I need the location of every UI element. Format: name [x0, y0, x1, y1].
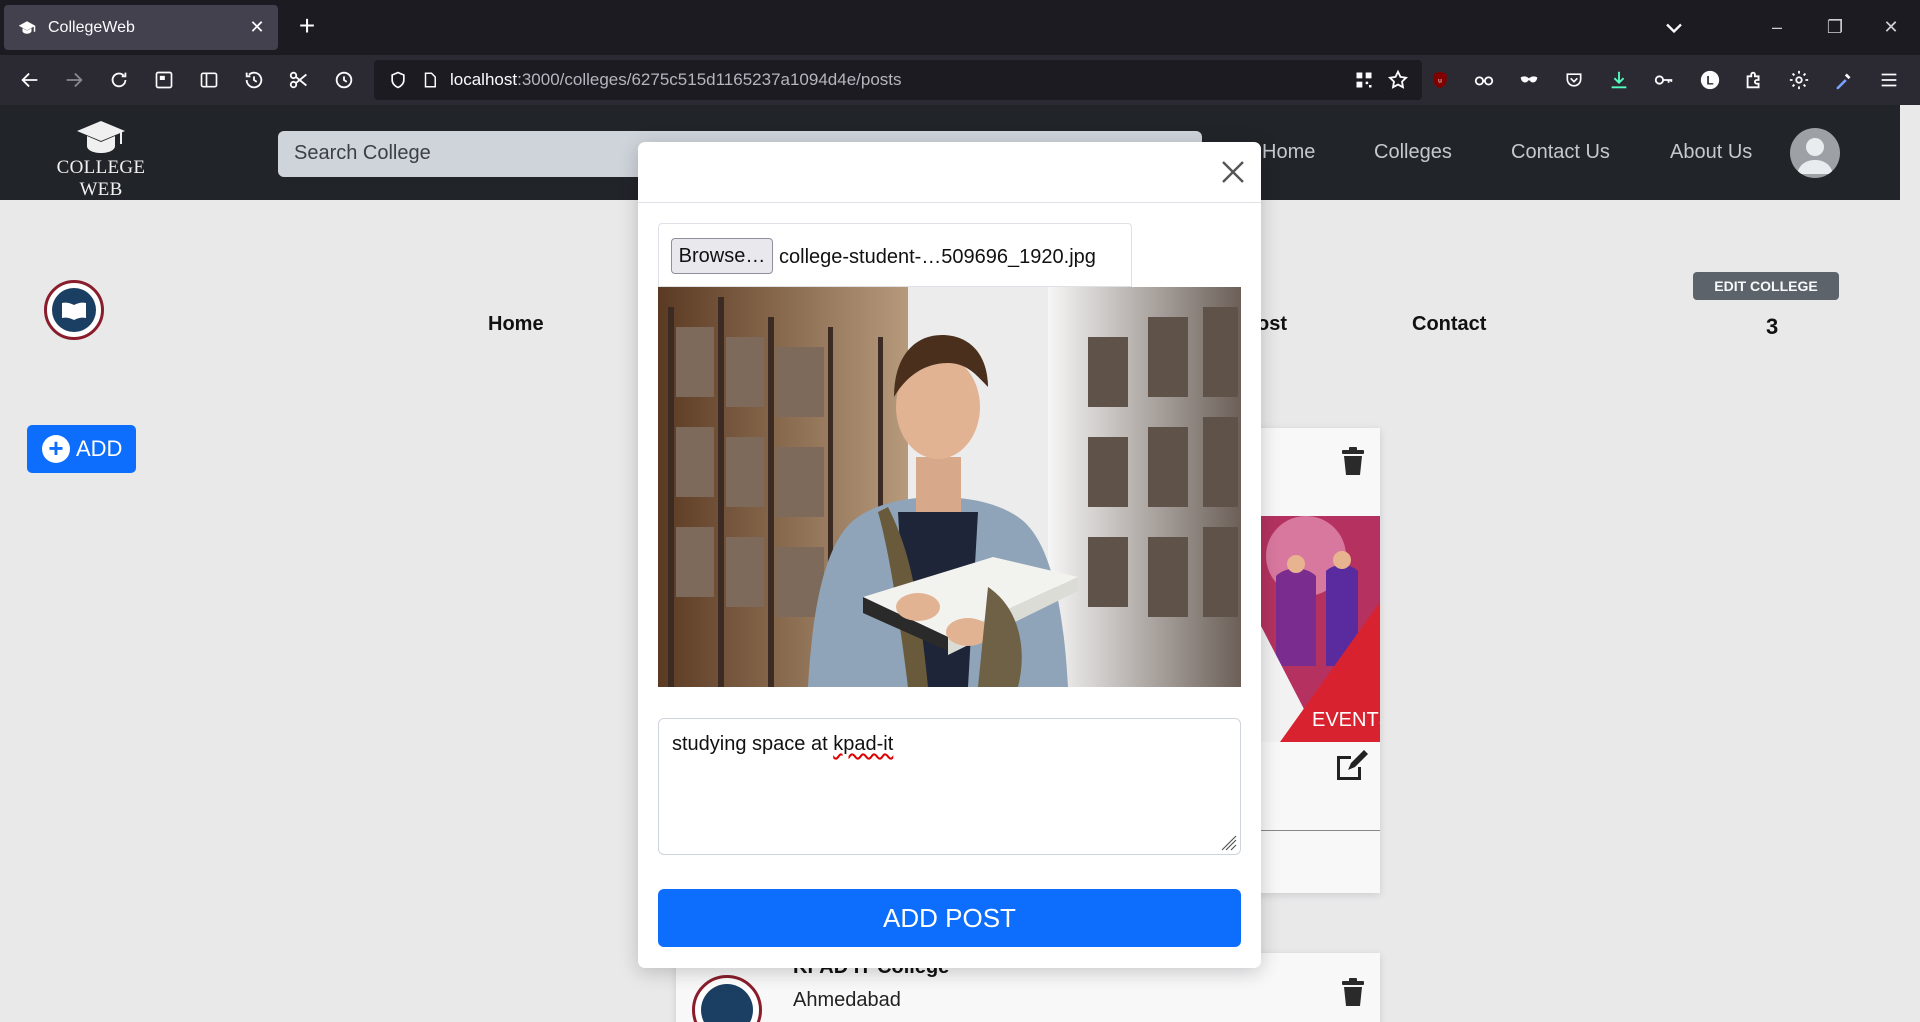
back-arrow-icon[interactable]: [17, 67, 43, 93]
modal-header: [638, 142, 1261, 203]
browser-nav-bar: localhost:3000/colleges/6275c515d1165237…: [0, 55, 1920, 105]
new-tab-plus-icon[interactable]: +: [292, 12, 322, 42]
address-bar[interactable]: localhost:3000/colleges/6275c515d1165237…: [374, 60, 1422, 100]
history-icon[interactable]: [241, 67, 267, 93]
scissors-icon[interactable]: [286, 67, 312, 93]
caption-misspelled-word: kpad-it: [833, 733, 894, 755]
window-close-icon[interactable]: ✕: [1878, 14, 1904, 40]
pocket-icon[interactable]: [1561, 67, 1587, 93]
settings-gear-icon[interactable]: [1786, 67, 1812, 93]
user-avatar[interactable]: [1790, 128, 1840, 178]
browser-tab-bar: CollegeWeb ✕ + – ❐ ✕: [0, 0, 1920, 55]
caption-prefix: studying space at: [672, 733, 834, 755]
nav-link-colleges[interactable]: Colleges: [1374, 141, 1452, 164]
reload-icon[interactable]: [106, 67, 132, 93]
nav-link-contact-us[interactable]: Contact Us: [1511, 141, 1610, 164]
add-post-submit-button[interactable]: ADD POST: [658, 889, 1241, 947]
selected-file-name: college-student-…509696_1920.jpg: [779, 246, 1096, 268]
extensions-puzzle-icon[interactable]: [1741, 67, 1767, 93]
add-post-modal: Browse… college-student-…509696_1920.jpg: [638, 142, 1261, 968]
minimize-icon[interactable]: –: [1764, 14, 1790, 40]
bookmark-star-icon[interactable]: [1386, 68, 1410, 92]
graduation-cap-icon: [77, 121, 125, 153]
shield-icon[interactable]: [386, 68, 410, 92]
url-text: localhost:3000/colleges/6275c515d1165237…: [450, 70, 902, 89]
browser-tab[interactable]: CollegeWeb ✕: [4, 5, 278, 50]
clock-icon[interactable]: [331, 67, 357, 93]
image-preview: [658, 287, 1241, 687]
graduation-cap-icon: [18, 19, 36, 37]
key-icon[interactable]: [1651, 67, 1677, 93]
tab-close-icon[interactable]: ✕: [246, 17, 268, 39]
app-menu-icon[interactable]: [1876, 67, 1902, 93]
account-l-icon[interactable]: L: [1697, 67, 1723, 93]
qr-code-icon[interactable]: [1352, 68, 1376, 92]
glasses-extension-icon[interactable]: [1471, 67, 1497, 93]
close-icon[interactable]: [1219, 158, 1247, 186]
browse-button[interactable]: Browse…: [671, 238, 773, 274]
mask-icon[interactable]: [1516, 67, 1542, 93]
ublock-icon[interactable]: u: [1427, 67, 1453, 93]
color-picker-icon[interactable]: [1831, 67, 1857, 93]
download-icon[interactable]: [1606, 67, 1632, 93]
file-input[interactable]: Browse… college-student-…509696_1920.jpg: [658, 223, 1132, 287]
nav-link-home[interactable]: Home: [1262, 141, 1315, 164]
nav-link-about-us[interactable]: About Us: [1670, 141, 1752, 164]
page-scrollbar[interactable]: [1900, 105, 1920, 1022]
svg-text:L: L: [1706, 74, 1713, 88]
resize-grip-icon[interactable]: [1221, 835, 1237, 851]
logo-text: COLLEGE WEB: [56, 157, 146, 200]
forward-arrow-icon[interactable]: [61, 67, 87, 93]
list-tabs-chevron-icon[interactable]: [1660, 14, 1688, 42]
screenshot-icon[interactable]: [151, 67, 177, 93]
sidebar-icon[interactable]: [196, 67, 222, 93]
tab-title: CollegeWeb: [48, 18, 135, 36]
svg-text:u: u: [1438, 78, 1442, 85]
restore-icon[interactable]: ❐: [1822, 14, 1848, 40]
caption-textarea[interactable]: studying space at kpad-it: [658, 718, 1241, 855]
college-web-logo[interactable]: COLLEGE WEB: [38, 119, 164, 200]
page-icon[interactable]: [418, 68, 442, 92]
